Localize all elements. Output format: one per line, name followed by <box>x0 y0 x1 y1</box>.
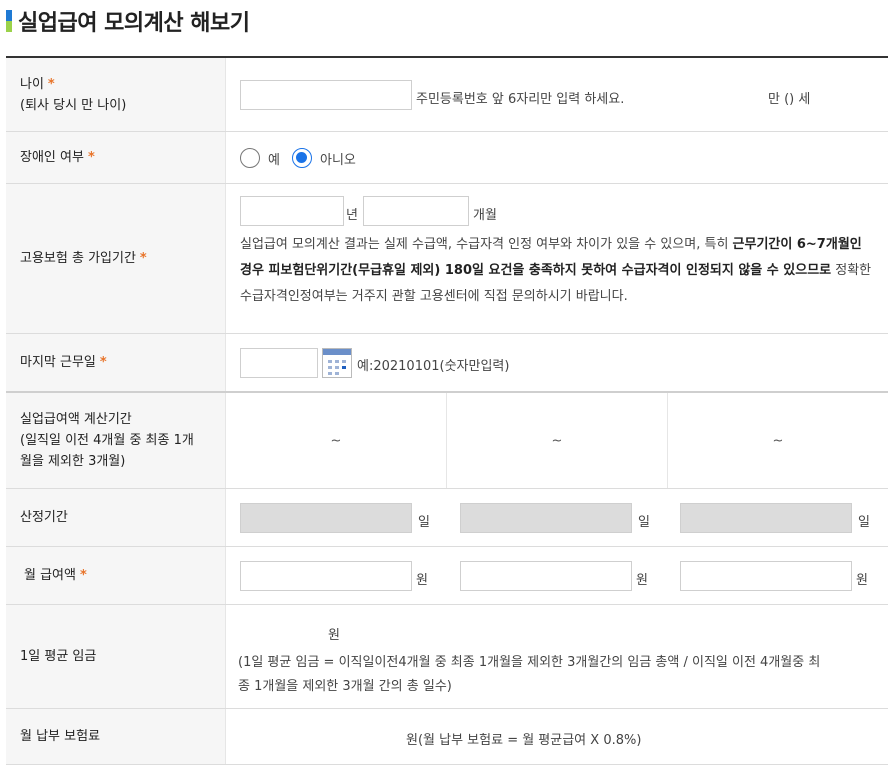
age-sublabel: (퇴사 당시 만 나이) <box>20 97 127 113</box>
row-daily-average: 1일 평균 임금 원 (1일 평균 임금 = 이직일이전4개월 중 최종 1개월… <box>6 605 888 709</box>
row-calc-days: 산정기간 일 일 일 <box>6 489 888 547</box>
age-result: 만 () 세 <box>768 92 811 107</box>
radio-no-label[interactable]: 아니오 <box>320 149 356 168</box>
calc-period-col-2: ~ <box>446 393 667 488</box>
calc-period-col-3: ~ <box>667 393 888 488</box>
insurance-months-input[interactable] <box>363 196 469 226</box>
radio-disability-yes[interactable] <box>240 148 260 168</box>
calc-form: 나이 * (퇴사 당시 만 나이) 주민등록번호 앞 6자리만 입력 하세요. 만… <box>6 56 888 765</box>
monthly-wage-input-1[interactable] <box>240 561 412 591</box>
month-unit: 개월 <box>473 208 497 223</box>
row-monthly-wage: 월 급여액 * 원 원 원 <box>6 547 888 605</box>
required-icon: * <box>47 76 55 92</box>
insurance-years-input[interactable] <box>240 196 344 226</box>
disability-label: 장애인 여부 <box>20 150 84 165</box>
monthly-wage-input-2[interactable] <box>460 561 632 591</box>
required-icon: * <box>87 150 95 165</box>
last-workday-label: 마지막 근무일 <box>20 355 96 370</box>
row-monthly-premium: 월 납부 보험료 원(월 납부 보험료 = 월 평균급여 X 0.8%) <box>6 709 888 765</box>
calc-period-label: 실업급여액 계산기간 <box>20 412 132 427</box>
row-insurance-period: 고용보험 총 가입기간 * 년 개월 실업급여 모의계산 결과는 실제 수급액, … <box>6 184 888 334</box>
monthly-premium-label: 월 납부 보험료 <box>20 729 101 744</box>
age-hint: 주민등록번호 앞 6자리만 입력 하세요. <box>416 92 625 107</box>
last-workday-hint: 예:20210101(숫자만입력) <box>357 359 510 374</box>
daily-avg-label: 1일 평균 임금 <box>20 649 97 664</box>
calc-days-input-2 <box>460 503 632 533</box>
insurance-label: 고용보험 총 가입기간 <box>20 251 136 266</box>
daily-avg-unit: 원 <box>328 628 340 643</box>
monthly-wage-label: 월 급여액 <box>24 568 76 583</box>
required-icon: * <box>139 251 147 266</box>
required-icon: * <box>79 568 87 583</box>
birthdate-input[interactable] <box>240 80 412 110</box>
last-workday-input[interactable] <box>240 348 318 378</box>
page-title: 실업급여 모의계산 해보기 <box>18 11 250 36</box>
page-header: 실업급여 모의계산 해보기 <box>6 6 250 36</box>
row-last-workday: 마지막 근무일 * 예:20210101(숫자만입력) <box>6 334 888 393</box>
radio-yes-label[interactable]: 예 <box>268 149 280 168</box>
age-label: 나이 <box>20 76 44 92</box>
monthly-premium-formula: 원(월 납부 보험료 = 월 평균급여 X 0.8%) <box>406 733 642 748</box>
age-label-cell: 나이 * (퇴사 당시 만 나이) <box>6 58 226 131</box>
radio-disability-no[interactable] <box>292 148 312 168</box>
year-unit: 년 <box>346 208 358 223</box>
title-bar-icon <box>6 10 12 32</box>
calc-days-input-3 <box>680 503 852 533</box>
row-age: 나이 * (퇴사 당시 만 나이) 주민등록번호 앞 6자리만 입력 하세요. 만… <box>6 58 888 132</box>
calendar-icon[interactable] <box>322 348 352 378</box>
required-icon: * <box>99 355 107 370</box>
monthly-wage-input-3[interactable] <box>680 561 852 591</box>
row-disability: 장애인 여부 * 예 아니오 <box>6 132 888 184</box>
calc-period-col-1: ~ <box>330 433 342 448</box>
insurance-notice: 실업급여 모의계산 결과는 실제 수급액, 수급자격 인정 여부와 차이가 있을… <box>240 237 872 304</box>
row-calc-period: 실업급여액 계산기간 (일직일 이전 4개월 중 최종 1개 월을 제외한 3개… <box>6 393 888 489</box>
daily-avg-formula: (1일 평균 임금 = 이직일이전4개월 중 최종 1개월을 제외한 3개월간의… <box>238 655 821 670</box>
calc-days-input-1 <box>240 503 412 533</box>
calc-days-label: 산정기간 <box>20 510 68 525</box>
